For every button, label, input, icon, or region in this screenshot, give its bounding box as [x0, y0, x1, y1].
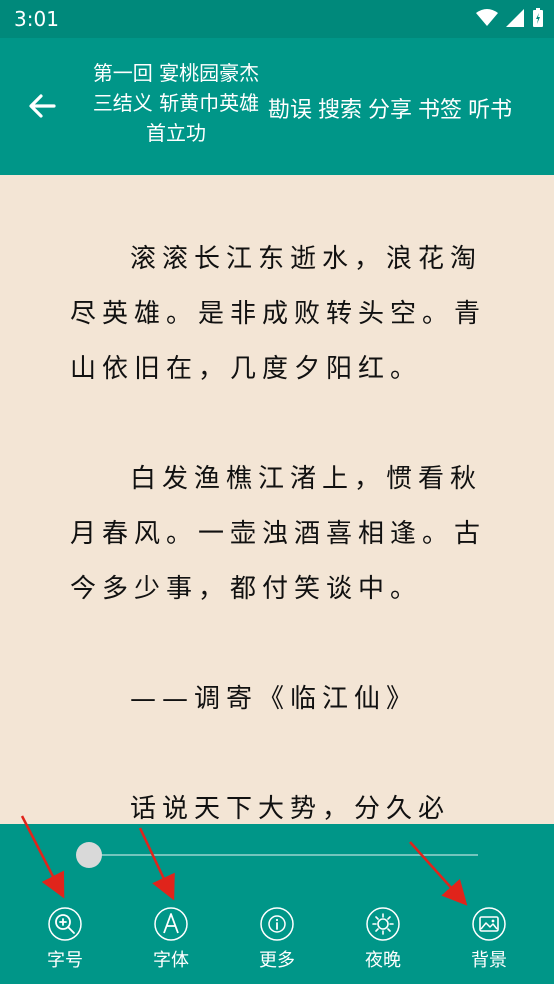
progress-slider-thumb[interactable] [76, 842, 102, 868]
text-paragraph: 滚滚长江东逝水，浪花淘尽英雄。是非成败转头空。青山依旧在，几度夕阳红。 [70, 244, 487, 384]
menu-label: 字体 [153, 950, 189, 971]
bookmark-button[interactable]: 书签 [418, 92, 462, 124]
share-button[interactable]: 分享 [368, 92, 412, 124]
font-icon [154, 907, 188, 941]
text-paragraph: 白发渔樵江渚上，惯看秋月春风。一壶浊酒喜相逢。古今多少事，都付笑谈中。 [70, 464, 487, 604]
bottom-menu: 字号 字体 更多 夜晚 背景 [0, 906, 554, 976]
progress-slider-track[interactable] [90, 854, 478, 856]
chapter-title-line: 首立功 [146, 121, 206, 145]
search-button[interactable]: 搜索 [318, 92, 362, 124]
chapter-title-line: 第一回 宴桃园豪杰 [92, 61, 260, 85]
back-button[interactable] [24, 88, 60, 124]
listen-button[interactable]: 听书 [468, 92, 512, 124]
more-button[interactable]: 更多 [242, 906, 312, 972]
status-time: 3:01 [14, 7, 59, 31]
zoom-in-icon [48, 907, 82, 941]
font-size-button[interactable]: 字号 [30, 906, 100, 972]
status-bar: 3:01 [0, 0, 554, 38]
correction-button[interactable]: 勘误 [268, 92, 312, 124]
sun-icon [366, 907, 400, 941]
text-paragraph: ——调寄《临江仙》 [130, 684, 419, 714]
menu-label: 背景 [471, 950, 507, 971]
signal-icon [506, 9, 524, 27]
toolbar-actions: 勘误 搜索 分享 书签 听书 [268, 92, 512, 124]
info-icon [260, 907, 294, 941]
background-button[interactable]: 背景 [454, 906, 524, 972]
wifi-icon [476, 9, 498, 26]
chapter-title-line: 三结义 斩黄巾英雄 [92, 91, 260, 115]
reading-text: 滚滚长江东逝水，浪花淘尽英雄。是非成败转头空。青山依旧在，几度夕阳红。 白发渔樵… [70, 232, 490, 892]
chapter-title: 第一回 宴桃园豪杰 三结义 斩黄巾英雄 首立功 [86, 58, 266, 148]
image-icon [472, 907, 506, 941]
reader-toolbar: 第一回 宴桃园豪杰 三结义 斩黄巾英雄 首立功 勘误 搜索 分享 书签 听书 [0, 38, 554, 175]
menu-label: 更多 [259, 950, 295, 971]
menu-label: 字号 [47, 950, 83, 971]
menu-label: 夜晚 [365, 950, 401, 971]
battery-icon [533, 8, 543, 27]
arrow-left-icon [29, 94, 56, 118]
bottom-panel: 字号 字体 更多 夜晚 背景 [0, 824, 554, 984]
status-icons [476, 8, 544, 28]
font-button[interactable]: 字体 [136, 906, 206, 972]
night-mode-button[interactable]: 夜晚 [348, 906, 418, 972]
